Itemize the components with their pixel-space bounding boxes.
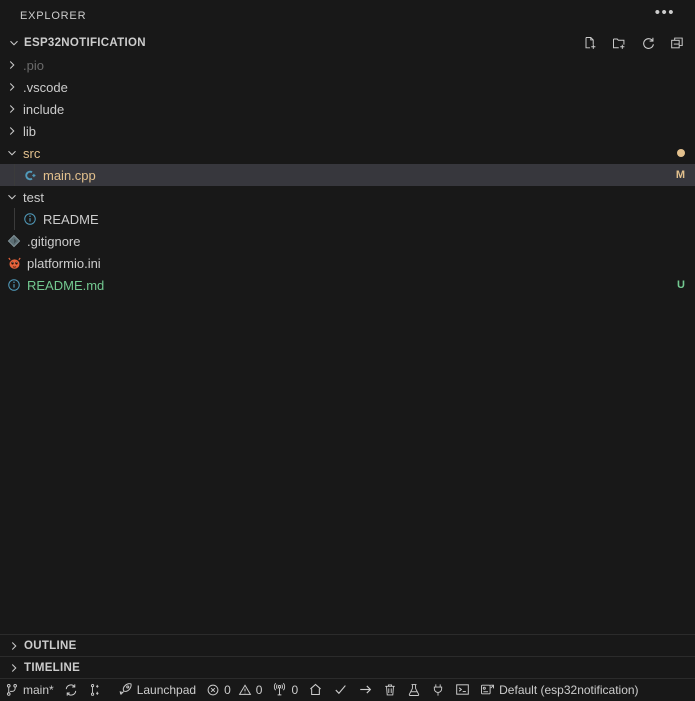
git-status-badge: M [668, 169, 685, 181]
status-problems[interactable]: 0 0 [201, 679, 267, 701]
status-bar: main* Lau [0, 678, 695, 700]
tree-item-label: test [23, 190, 44, 205]
tree-file-platformio-ini[interactable]: platformio.ini [0, 252, 695, 274]
tree-file-readme-md[interactable]: README.md U [0, 274, 695, 296]
chevron-right-icon [6, 639, 22, 653]
folder-modified-dot [677, 149, 685, 157]
status-upload[interactable] [353, 679, 378, 701]
tree-folder-include[interactable]: include [0, 98, 695, 120]
chevron-right-icon[interactable] [4, 58, 20, 72]
status-errors-count: 0 [224, 683, 231, 697]
tree-item-label: .vscode [23, 80, 68, 95]
status-warnings-count: 0 [256, 683, 263, 697]
source-control-branch-icon [5, 683, 19, 697]
platformio-file-icon [4, 256, 24, 271]
new-file-icon[interactable] [580, 33, 600, 53]
sync-icon [64, 683, 78, 697]
chevron-down-icon [6, 36, 22, 50]
tree-item-label: README [43, 212, 99, 227]
indent-guide [14, 164, 15, 186]
indent-guide [14, 208, 15, 230]
source-control-graph-icon [88, 683, 102, 697]
chevron-down-icon[interactable] [4, 190, 20, 204]
status-serial-monitor[interactable] [426, 679, 450, 701]
root-folder-name: ESP32NOTIFICATION [24, 37, 580, 49]
file-tree[interactable]: .pio .vscode include lib srcmain.cpp Mtest REA… [0, 54, 695, 296]
status-clean[interactable] [378, 679, 402, 701]
git-status-badge: U [669, 279, 685, 291]
tree-folder-lib[interactable]: lib [0, 120, 695, 142]
tree-file-main-cpp[interactable]: main.cpp M [0, 164, 695, 186]
root-folder-header[interactable]: ESP32NOTIFICATION [0, 32, 695, 54]
panel-header-outline[interactable]: OUTLINE [0, 634, 695, 656]
plug-board-icon [480, 682, 495, 697]
check-icon [333, 682, 348, 697]
arrow-right-icon [358, 682, 373, 697]
status-test[interactable] [402, 679, 426, 701]
status-launchpad[interactable]: Launchpad [113, 679, 201, 701]
rocket-icon [118, 682, 133, 697]
status-branch-label: main* [23, 683, 54, 697]
status-build[interactable] [328, 679, 353, 701]
plug-icon [431, 683, 445, 697]
tree-folder-test[interactable]: test [0, 186, 695, 208]
tree-item-label: .pio [23, 58, 44, 73]
tree-item-label: src [23, 146, 40, 161]
chevron-right-icon [6, 661, 22, 675]
chevron-right-icon[interactable] [4, 80, 20, 94]
chevron-right-icon[interactable] [4, 124, 20, 138]
chevron-right-icon[interactable] [4, 102, 20, 116]
explorer-actions [580, 33, 687, 53]
tree-item-label: README.md [27, 278, 104, 293]
tree-file-readme[interactable]: README [0, 208, 695, 230]
collapse-all-icon[interactable] [667, 33, 687, 53]
tree-folder-pio[interactable]: .pio [0, 54, 695, 76]
new-folder-icon[interactable] [609, 33, 629, 53]
radio-tower-icon [272, 682, 287, 697]
panel-title: TIMELINE [24, 662, 80, 674]
panel-title: OUTLINE [24, 640, 77, 652]
status-source-control-graph[interactable] [83, 679, 107, 701]
explorer-panels: OUTLINE TIMELINE [0, 634, 695, 678]
status-home[interactable] [303, 679, 328, 701]
tree-item-label: .gitignore [27, 234, 80, 249]
cpp-file-icon [20, 168, 40, 183]
info-file-icon [20, 212, 40, 226]
tree-item-label: main.cpp [43, 168, 96, 183]
beaker-icon [407, 683, 421, 697]
trash-icon [383, 683, 397, 697]
tree-item-label: lib [23, 124, 36, 139]
info-file-icon [4, 278, 24, 292]
status-terminal[interactable] [450, 679, 475, 701]
warning-triangle-icon [238, 683, 252, 697]
tree-item-label: include [23, 102, 64, 117]
page-title: EXPLORER [20, 10, 649, 22]
tree-file-gitignore[interactable]: .gitignore [0, 230, 695, 252]
status-environment-label: Default (esp32notification) [499, 683, 638, 697]
refresh-icon[interactable] [638, 33, 658, 53]
status-ports[interactable]: 0 [267, 679, 303, 701]
home-icon [308, 682, 323, 697]
status-branch[interactable]: main* [0, 679, 59, 701]
tree-folder-vscode[interactable]: .vscode [0, 76, 695, 98]
tree-item-label: platformio.ini [27, 256, 101, 271]
tree-folder-src[interactable]: src [0, 142, 695, 164]
panel-header-timeline[interactable]: TIMELINE [0, 656, 695, 678]
terminal-icon [455, 682, 470, 697]
chevron-down-icon[interactable] [4, 146, 20, 160]
error-circle-icon [206, 683, 220, 697]
ellipsis-icon[interactable]: ••• [649, 6, 681, 26]
git-file-icon [4, 234, 24, 248]
explorer-titlebar: EXPLORER ••• [0, 0, 695, 32]
status-ports-count: 0 [291, 683, 298, 697]
status-sync[interactable] [59, 679, 83, 701]
status-environment[interactable]: Default (esp32notification) [475, 679, 643, 701]
status-launchpad-label: Launchpad [137, 683, 196, 697]
